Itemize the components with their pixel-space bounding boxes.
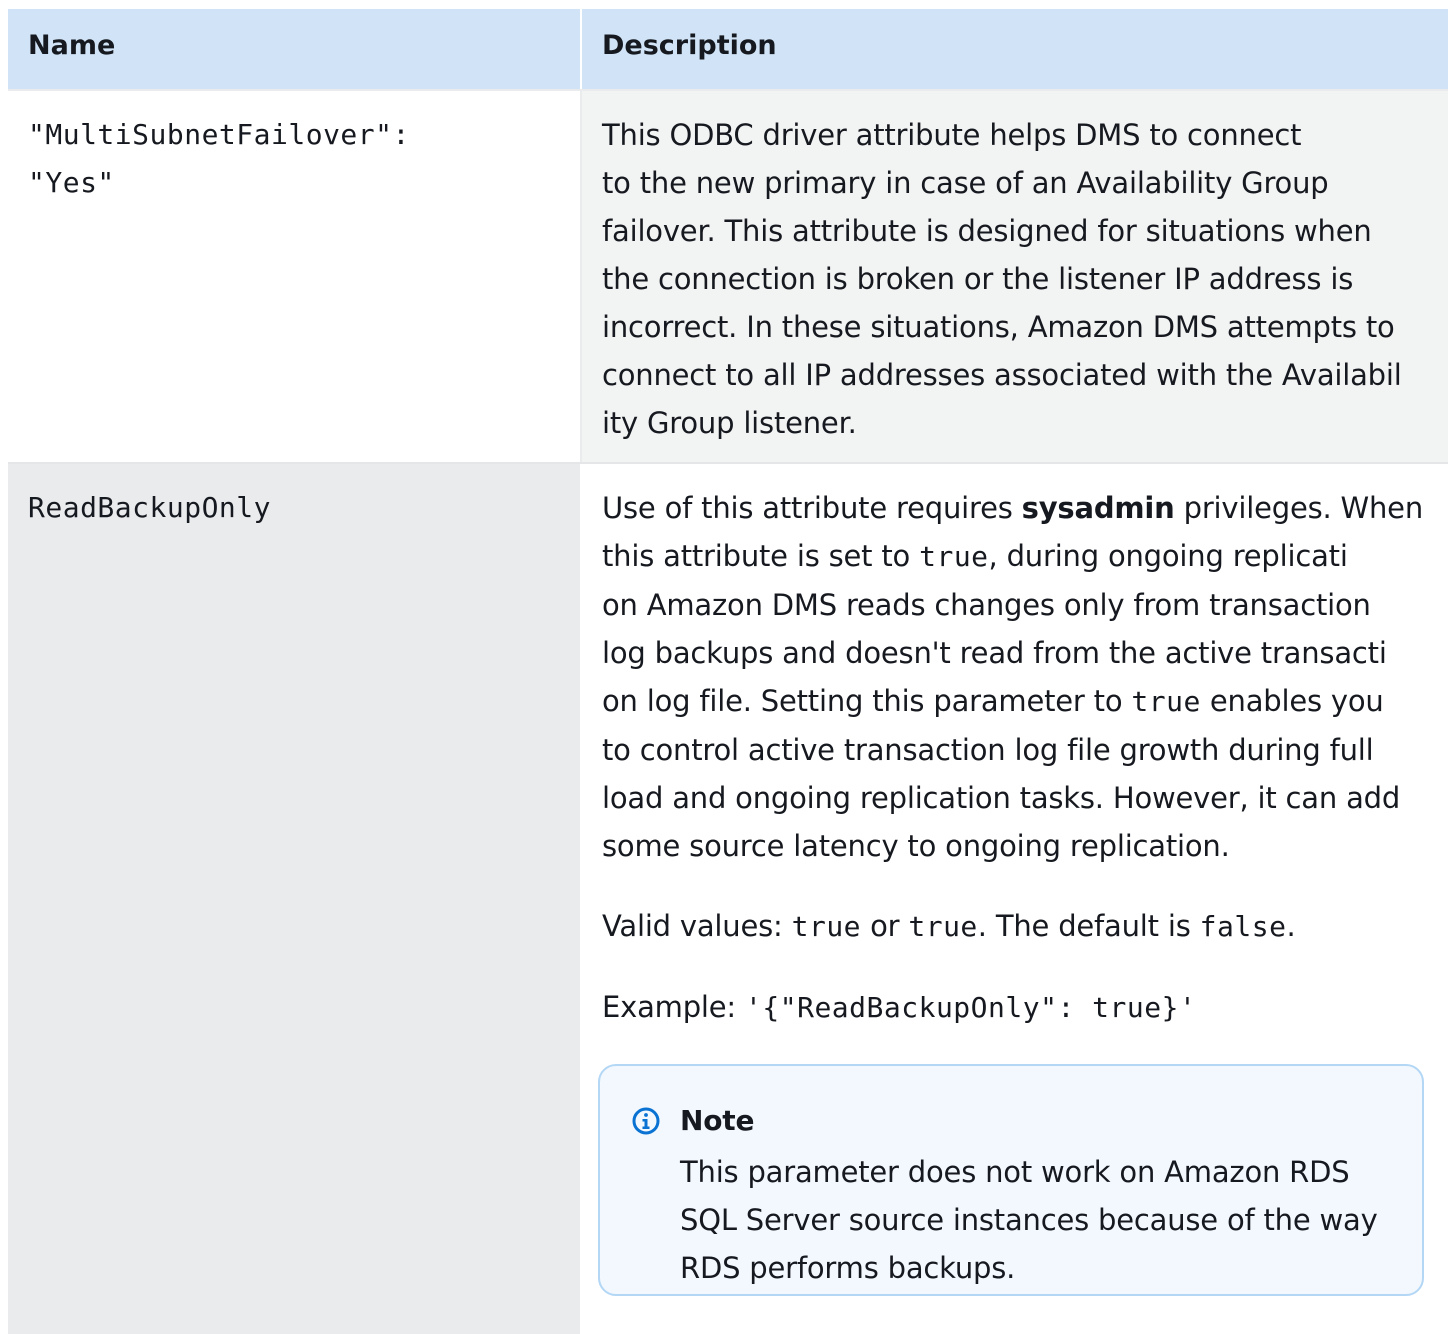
attribute-name: ReadBackupOnly xyxy=(28,491,272,524)
description-line: to the new primary in case of an Availab… xyxy=(602,166,1329,200)
note-line: This parameter does not work on Amazon R… xyxy=(680,1155,1350,1189)
description-cell: This ODBC driver attribute helps DMS to … xyxy=(582,91,1448,462)
attribute-name-line: "MultiSubnetFailover": xyxy=(28,118,410,151)
description-cell: Use of this attribute requires sysadmin … xyxy=(582,464,1448,1334)
note-title-text: Note xyxy=(680,1104,755,1137)
description-line: log backups and doesn't read from the ac… xyxy=(602,636,1387,670)
column-header-name: Name xyxy=(8,9,582,89)
description-line: connect to all IP addresses associated w… xyxy=(602,358,1402,392)
table-row: ReadBackupOnly Use of this attribute req… xyxy=(8,462,1448,1334)
description-line: incorrect. In these situations, Amazon D… xyxy=(602,310,1395,344)
inline-code: false xyxy=(1199,910,1287,943)
column-header-description: Description xyxy=(602,30,777,61)
table-header: Name Description xyxy=(8,9,1448,89)
name-cell: ReadBackupOnly xyxy=(8,464,582,1334)
description-line: This ODBC driver attribute helps DMS to … xyxy=(602,118,1302,152)
attribute-name: "MultiSubnetFailover": "Yes" xyxy=(8,91,580,207)
note-line: RDS performs backups. xyxy=(680,1251,1016,1285)
parameters-table: Name Description "MultiSubnetFailover": … xyxy=(8,9,1448,1334)
inline-code: true xyxy=(908,910,978,943)
description-line: Use of this attribute requires sysadmin … xyxy=(602,491,1424,525)
note-callout: Note This parameter does not work on Ama… xyxy=(598,1064,1424,1296)
table-row: "MultiSubnetFailover": "Yes" This ODBC d… xyxy=(8,89,1448,462)
attribute-name-line: "Yes" xyxy=(28,166,115,199)
description-line: the connection is broken or the listener… xyxy=(602,262,1354,296)
note-body: This parameter does not work on Amazon R… xyxy=(680,1148,1392,1292)
description-line: ity Group listener. xyxy=(602,406,857,440)
inline-code: true xyxy=(1131,685,1201,718)
note-line: SQL Server source instances because of t… xyxy=(680,1203,1378,1237)
description-paragraph: Use of this attribute requires sysadmin … xyxy=(602,484,1434,870)
attribute-description: This ODBC driver attribute helps DMS to … xyxy=(582,91,1448,447)
attribute-description: Use of this attribute requires sysadmin … xyxy=(582,464,1448,1296)
description-line: some source latency to ongoing replicati… xyxy=(602,829,1230,863)
inline-code: true xyxy=(919,540,989,573)
example-paragraph: Example: '{"ReadBackupOnly": true}' xyxy=(602,990,1197,1024)
inline-code: '{"ReadBackupOnly": true}' xyxy=(745,991,1197,1024)
valid-values-paragraph: Valid values: true or true. The default … xyxy=(602,909,1296,943)
description-line: failover. This attribute is designed for… xyxy=(602,214,1372,248)
description-line: this attribute is set to true, during on… xyxy=(602,539,1348,573)
description-line: to control active transaction log file g… xyxy=(602,733,1374,767)
name-cell: "MultiSubnetFailover": "Yes" xyxy=(8,91,582,462)
info-icon xyxy=(632,1107,660,1135)
inline-code: true xyxy=(791,910,862,943)
description-line: load and ongoing replication tasks. Howe… xyxy=(602,781,1401,815)
note-title: Note xyxy=(632,1104,1392,1138)
description-line: on log file. Setting this parameter to t… xyxy=(602,684,1384,718)
description-line: on Amazon DMS reads changes only from tr… xyxy=(602,588,1371,622)
bold-term: sysadmin xyxy=(1021,491,1175,525)
